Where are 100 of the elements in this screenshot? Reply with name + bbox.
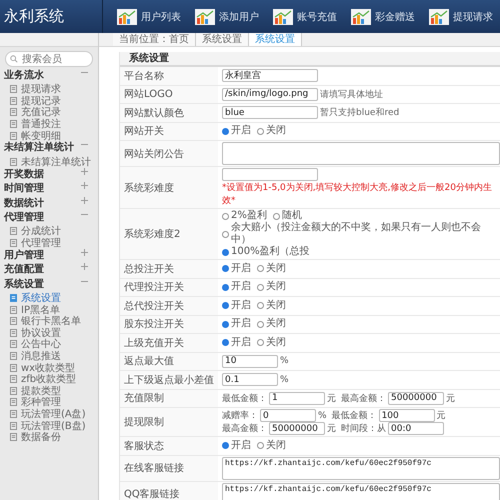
radio-option[interactable]: 关闭 <box>257 440 286 452</box>
menu-item[interactable]: zfb收款类型 <box>0 373 98 385</box>
radio-option[interactable]: 随机 <box>272 210 302 222</box>
nav-link[interactable]: 账号充值 <box>273 8 337 24</box>
menu-group[interactable]: 代理管理 <box>0 211 98 226</box>
input-field[interactable]: 1 <box>269 392 325 405</box>
menu-group[interactable]: 数据统计 <box>0 196 98 212</box>
field-hint: 暂只支持blue和red <box>320 106 400 120</box>
search-field[interactable]: 搜索会员 <box>5 51 93 67</box>
radio-option[interactable]: 关闭 <box>257 281 286 294</box>
text-area[interactable] <box>222 142 500 165</box>
nav-link[interactable]: 添加用户 <box>195 8 259 24</box>
menu-group[interactable]: 充值配置 <box>0 263 98 278</box>
input-field[interactable] <box>222 168 318 181</box>
menu-item[interactable]: 消息推送 <box>0 350 98 362</box>
radio-option[interactable]: 关闭 <box>257 125 286 138</box>
menu-group[interactable]: 系统设置 <box>0 278 98 292</box>
menu-item[interactable]: 提现请求 <box>0 84 98 96</box>
unit-label: % <box>280 356 289 366</box>
field-label: 时间段：从 <box>341 422 386 435</box>
menu-item[interactable]: 充值记录 <box>0 106 98 118</box>
input-field[interactable]: 0 <box>260 409 316 422</box>
menu-item[interactable]: 公告中心 <box>0 338 98 350</box>
radio-option[interactable]: 余大赔小（投注金额大的不中奖，如果只有一人则也不会中） <box>222 222 496 246</box>
unit-label: 元 <box>446 392 455 405</box>
input-field[interactable]: 0.1 <box>222 373 278 386</box>
input-field[interactable]: /skin/img/logo.png <box>222 88 318 101</box>
field-label: 充值限制 <box>120 390 218 407</box>
document-icon <box>10 386 17 395</box>
field-label: 股东投注开关 <box>120 316 218 333</box>
field-label: 减赠率： <box>222 410 258 422</box>
menu-item[interactable]: 彩种管理 <box>0 396 98 408</box>
radio-option[interactable]: 关闭 <box>257 336 286 349</box>
menu-item[interactable]: 银行卡黑名单 <box>0 315 98 328</box>
input-field[interactable]: blue <box>222 106 318 120</box>
menu-item[interactable]: IP黑名单 <box>0 304 98 316</box>
menu-item[interactable]: 玩法管理(A盘) <box>0 408 98 420</box>
menu-group[interactable]: 用户管理 <box>0 248 98 264</box>
menu-item[interactable]: 协议设置 <box>0 327 98 339</box>
unit-label: % <box>280 374 289 385</box>
input-field[interactable]: 永利皇宫 <box>222 69 318 82</box>
menu-item[interactable]: 提现记录 <box>0 95 98 107</box>
menu-item[interactable]: wx收款类型 <box>0 362 98 374</box>
menu-item[interactable]: 帐变明细 <box>0 130 98 142</box>
radio-option[interactable]: 开启 <box>222 125 251 138</box>
menu-item[interactable]: 数据备份 <box>0 431 98 443</box>
menu-item[interactable]: 普通投注 <box>0 118 98 130</box>
text-area[interactable]: https://kf.zhantaijc.com/kefu/60ec2f950f97c <box>222 482 500 500</box>
radio-option[interactable]: 关闭 <box>257 318 286 330</box>
radio-option[interactable]: 开启 <box>222 281 251 294</box>
input-field[interactable]: 10 <box>222 354 278 368</box>
nav-link[interactable]: 彩金赠送 <box>351 8 415 24</box>
document-icon <box>10 398 17 406</box>
document-icon <box>10 306 17 314</box>
chart-icon <box>351 8 371 24</box>
radio-option[interactable]: 2%盈利 <box>222 210 267 222</box>
document-icon <box>10 85 17 94</box>
nav-link[interactable]: 提现请求 <box>429 8 493 24</box>
chart-icon <box>117 8 137 24</box>
radio-option[interactable]: 开启 <box>222 440 251 452</box>
menu-group[interactable]: 未结算注单统计 <box>0 141 98 156</box>
chart-icon <box>195 8 215 24</box>
menu-item[interactable]: 分成统计 <box>0 226 98 238</box>
radio-option[interactable]: 开启 <box>222 336 251 349</box>
document-icon <box>10 352 17 360</box>
plus-icon <box>81 196 88 204</box>
field-label: 网站开关 <box>120 122 218 140</box>
radio-option[interactable]: 开启 <box>222 300 251 312</box>
breadcrumb-link[interactable]: 系统设置 <box>196 33 249 46</box>
nav-link[interactable]: 用户列表 <box>117 8 181 24</box>
input-field[interactable]: 50000000 <box>269 422 325 435</box>
menu-group[interactable]: 业务流水 <box>0 69 98 84</box>
document-icon <box>10 120 17 128</box>
field-label: 系统彩难度2 <box>120 209 218 259</box>
document-icon <box>10 433 17 442</box>
menu-item[interactable]: 玩法管理(B盘) <box>0 420 98 432</box>
radio-option[interactable]: 100%盈利（总投 <box>222 246 310 258</box>
menu-item[interactable]: 代理管理 <box>0 237 98 249</box>
field-label: 网站LOGO <box>120 86 218 103</box>
menu-group[interactable]: 开奖数据 <box>0 168 98 182</box>
document-icon <box>10 108 17 116</box>
input-field[interactable]: 50000000 <box>388 392 444 405</box>
document-icon <box>10 238 17 247</box>
field-label: 平台名称 <box>120 67 218 84</box>
field-label: 客服状态 <box>120 437 218 454</box>
menu-item[interactable]: 未结算注单统计 <box>0 156 98 168</box>
text-area[interactable]: https://kf.zhantaijc.com/kefu/60ec2f950f97c <box>222 456 500 480</box>
field-label: 最高金额： <box>341 392 386 405</box>
radio-option[interactable]: 关闭 <box>257 300 286 312</box>
radio-option[interactable]: 开启 <box>222 318 251 330</box>
input-field[interactable]: 00:0 <box>388 422 444 435</box>
menu-item[interactable]: 提款类型 <box>0 385 98 397</box>
radio-option[interactable]: 开启 <box>222 262 251 275</box>
menu-group[interactable]: 时间管理 <box>0 182 98 197</box>
breadcrumb-link[interactable]: 当前位置：首页 <box>113 33 196 46</box>
menu-item[interactable]: 系统设置 <box>0 292 98 304</box>
breadcrumb-link[interactable]: 系统设置 <box>249 33 302 46</box>
section-title: 系统设置 <box>120 52 500 67</box>
radio-option[interactable]: 关闭 <box>257 262 286 275</box>
input-field[interactable]: 100 <box>378 409 435 422</box>
